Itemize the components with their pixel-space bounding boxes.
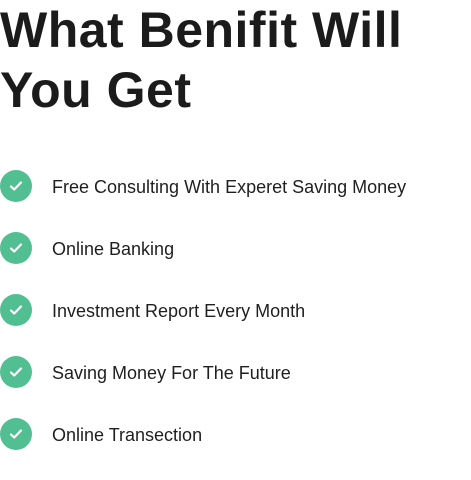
benefit-item: Online Transection: [0, 418, 406, 480]
benefit-item: Free Consulting With Experet Saving Mone…: [0, 170, 406, 232]
benefit-label: Online Transection: [52, 425, 203, 445]
check-circle-icon: [0, 232, 32, 264]
benefit-item: Investment Report Every Month: [0, 294, 406, 356]
check-circle-icon: [0, 356, 32, 388]
benefit-item: Online Banking: [0, 232, 406, 294]
section-heading: What Benifit Will You Get: [0, 2, 403, 118]
check-circle-icon: [0, 294, 32, 326]
benefit-item: Saving Money For The Future: [0, 356, 406, 418]
benefit-label: Free Consulting With Experet Saving Mone…: [52, 177, 407, 197]
benefit-label: Online Banking: [52, 239, 175, 259]
check-circle-icon: [0, 418, 32, 450]
benefit-list: Free Consulting With Experet Saving Mone…: [0, 170, 406, 480]
benefit-label: Investment Report Every Month: [52, 301, 306, 321]
benefit-label: Saving Money For The Future: [52, 363, 291, 383]
check-circle-icon: [0, 170, 32, 202]
